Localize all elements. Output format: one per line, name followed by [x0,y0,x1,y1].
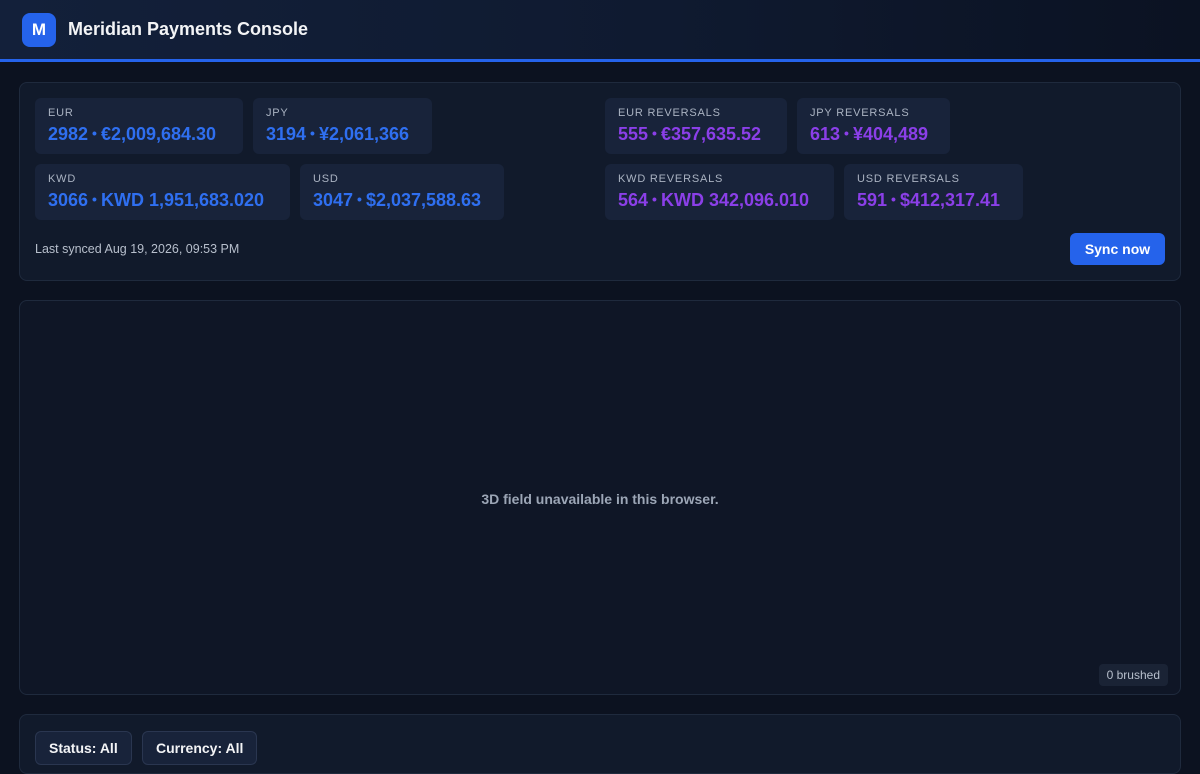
status-filter[interactable]: Status: All [35,731,132,765]
stat-card-jpy: JPY 3194 • ¥2,061,366 [253,98,432,154]
stat-card-value: 2982 • €2,009,684.30 [48,124,217,144]
stat-card-value: 613 • ¥404,489 [810,124,929,144]
stat-card-label: EUR [48,107,74,119]
reversal-card-jpy: JPY REVERSALS 613 • ¥404,489 [797,98,950,154]
last-synced-text: Last synced Aug 19, 2026, 09:53 PM [35,242,240,256]
currency-filter[interactable]: Currency: All [142,731,258,765]
stat-card-value: 564 • KWD 342,096.010 [618,190,810,210]
stat-card-label: JPY [266,107,289,119]
stat-card-kwd: KWD 3066 • KWD 1,951,683.020 [35,164,290,220]
reversal-card-kwd: KWD REVERSALS 564 • KWD 342,096.010 [605,164,834,220]
app-logo: M [22,12,56,47]
stat-card-value: 591 • $412,317.41 [857,190,1001,210]
stat-card-usd: USD 3047 • $2,037,588.63 [300,164,504,220]
3d-field-panel[interactable]: 3D field unavailable in this browser. 0 … [19,300,1181,695]
field-unavailable-message: 3D field unavailable in this browser. [481,491,719,507]
stat-card-eur: EUR 2982 • €2,009,684.30 [35,98,243,154]
stat-card-label: KWD REVERSALS [618,173,724,185]
stat-card-value: 555 • €357,635.52 [618,124,762,144]
stat-card-label: JPY REVERSALS [810,107,910,119]
stat-card-value: 3066 • KWD 1,951,683.020 [48,190,265,210]
reversal-card-usd: USD REVERSALS 591 • $412,317.41 [844,164,1023,220]
top-bar: M Meridian Payments Console [0,0,1200,62]
reversal-cards: EUR REVERSALS 555 • €357,635.52 JPY REVERS… [605,98,1165,220]
reversal-card-eur: EUR REVERSALS 555 • €357,635.52 [605,98,787,154]
stat-card-label: EUR REVERSALS [618,107,721,119]
sync-now-button[interactable]: Sync now [1070,233,1165,265]
stat-card-value: 3047 • $2,037,588.63 [313,190,482,210]
volume-cards: EUR 2982 • €2,009,684.30 JPY 3194 • ¥2,061,3… [35,98,555,220]
summary-panel: EUR 2982 • €2,009,684.30 JPY 3194 • ¥2,061,3… [19,82,1181,281]
app-title: Meridian Payments Console [68,19,309,39]
brushed-count-badge: 0 brushed [1098,664,1168,686]
stat-card-value: 3194 • ¥2,061,366 [266,124,410,144]
stat-card-label: USD REVERSALS [857,173,960,185]
stat-card-label: USD [313,173,339,185]
filters-panel: Status: All Currency: All [19,714,1181,774]
stat-card-label: KWD [48,173,77,185]
